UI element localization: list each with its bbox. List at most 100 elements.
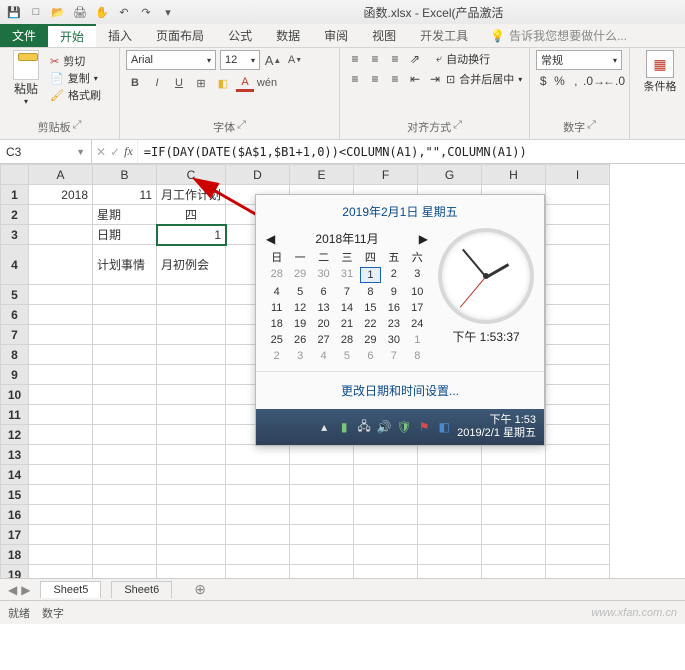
cell-E16[interactable]: [290, 505, 354, 525]
cell-I16[interactable]: [546, 505, 610, 525]
cell-F17[interactable]: [354, 525, 418, 545]
cell-I6[interactable]: [546, 305, 610, 325]
cell-A8[interactable]: [29, 345, 93, 365]
cell-G14[interactable]: [418, 465, 482, 485]
calendar-day[interactable]: 8: [360, 285, 381, 299]
cell-I14[interactable]: [546, 465, 610, 485]
col-header[interactable]: E: [290, 165, 354, 185]
cell-A2[interactable]: [29, 205, 93, 225]
touch-icon[interactable]: ✋: [92, 2, 112, 22]
cell-B10[interactable]: [93, 385, 157, 405]
calendar-day[interactable]: 13: [313, 301, 334, 315]
cell-C7[interactable]: [157, 325, 226, 345]
cell-F13[interactable]: [354, 445, 418, 465]
redo-icon[interactable]: ↷: [136, 2, 156, 22]
cell-E15[interactable]: [290, 485, 354, 505]
calendar-day[interactable]: 28: [266, 267, 287, 283]
align-left-button[interactable]: ≡: [346, 70, 364, 88]
cell-A18[interactable]: [29, 545, 93, 565]
tab-layout[interactable]: 页面布局: [144, 24, 216, 47]
cell-I8[interactable]: [546, 345, 610, 365]
cancel-formula-icon[interactable]: ✕: [96, 145, 106, 159]
cell-A4[interactable]: [29, 245, 93, 285]
calendar-day[interactable]: 1: [360, 267, 381, 283]
calendar-day[interactable]: 24: [407, 317, 428, 331]
row-header[interactable]: 8: [1, 345, 29, 365]
select-all-corner[interactable]: [1, 165, 29, 185]
cell-B16[interactable]: [93, 505, 157, 525]
cell-C2[interactable]: 四: [157, 205, 226, 225]
format-painter-button[interactable]: 🖌格式刷: [50, 87, 101, 103]
row-header[interactable]: 2: [1, 205, 29, 225]
cell-H14[interactable]: [482, 465, 546, 485]
cell-I9[interactable]: [546, 365, 610, 385]
col-header[interactable]: F: [354, 165, 418, 185]
decrease-decimal-button[interactable]: ←.0: [605, 72, 623, 90]
calendar-day[interactable]: 3: [407, 267, 428, 283]
cell-G16[interactable]: [418, 505, 482, 525]
cell-A11[interactable]: [29, 405, 93, 425]
cell-H16[interactable]: [482, 505, 546, 525]
cell-H13[interactable]: [482, 445, 546, 465]
dialog-launcher-icon[interactable]: ⤢: [237, 119, 246, 135]
cell-B4[interactable]: 计划事情: [93, 245, 157, 285]
font-color-button[interactable]: A: [236, 74, 254, 92]
cell-B12[interactable]: [93, 425, 157, 445]
calendar-day[interactable]: 5: [336, 349, 357, 363]
align-center-button[interactable]: ≡: [366, 70, 384, 88]
cell-B2[interactable]: 星期: [93, 205, 157, 225]
cell-C5[interactable]: [157, 285, 226, 305]
sheet-tab-active[interactable]: Sheet5: [40, 581, 101, 598]
italic-button[interactable]: I: [148, 74, 166, 92]
comma-button[interactable]: ,: [569, 72, 583, 90]
cell-B15[interactable]: [93, 485, 157, 505]
add-sheet-button[interactable]: ⊕: [182, 579, 218, 600]
increase-decimal-button[interactable]: .0→: [585, 72, 603, 90]
phonetic-button[interactable]: wén: [258, 74, 276, 92]
calendar-day[interactable]: 2: [266, 349, 287, 363]
cell-D16[interactable]: [226, 505, 290, 525]
cell-I11[interactable]: [546, 405, 610, 425]
tab-review[interactable]: 审阅: [312, 24, 360, 47]
calendar-day[interactable]: 9: [383, 285, 404, 299]
calendar-day[interactable]: 1: [407, 333, 428, 347]
increase-font-button[interactable]: A▲: [264, 51, 282, 69]
cell-I3[interactable]: [546, 225, 610, 245]
row-header[interactable]: 4: [1, 245, 29, 285]
calendar-day[interactable]: 3: [289, 349, 310, 363]
calendar-day[interactable]: 6: [360, 349, 381, 363]
calendar-day[interactable]: 20: [313, 317, 334, 331]
change-datetime-link[interactable]: 更改日期和时间设置...: [256, 371, 544, 409]
calendar-day[interactable]: 28: [336, 333, 357, 347]
cell-D15[interactable]: [226, 485, 290, 505]
qat-dropdown-icon[interactable]: ▾: [158, 2, 178, 22]
cell-B17[interactable]: [93, 525, 157, 545]
cell-A5[interactable]: [29, 285, 93, 305]
tray-network-icon[interactable]: 🖧: [357, 420, 371, 434]
orientation-button[interactable]: ⇗: [406, 50, 424, 68]
sheet-nav-next-icon[interactable]: ▶: [21, 583, 30, 597]
cell-I17[interactable]: [546, 525, 610, 545]
col-header[interactable]: C: [157, 165, 226, 185]
fx-icon[interactable]: fx: [124, 144, 133, 159]
row-header[interactable]: 11: [1, 405, 29, 425]
col-header[interactable]: I: [546, 165, 610, 185]
calendar-day[interactable]: 11: [266, 301, 287, 315]
cell-A12[interactable]: [29, 425, 93, 445]
calendar-day[interactable]: 27: [313, 333, 334, 347]
cell-C10[interactable]: [157, 385, 226, 405]
tray-flag-icon[interactable]: ⚑: [417, 420, 431, 434]
col-header[interactable]: D: [226, 165, 290, 185]
dialog-launcher-icon[interactable]: ⤢: [73, 119, 82, 135]
row-header[interactable]: 12: [1, 425, 29, 445]
align-bottom-button[interactable]: ≡: [386, 50, 404, 68]
cell-C13[interactable]: [157, 445, 226, 465]
tray-app-icon[interactable]: ◧: [437, 420, 451, 434]
calendar-day[interactable]: 31: [336, 267, 357, 283]
border-button[interactable]: ⊞: [192, 74, 210, 92]
cell-A17[interactable]: [29, 525, 93, 545]
cell-C16[interactable]: [157, 505, 226, 525]
cell-E17[interactable]: [290, 525, 354, 545]
tab-formulas[interactable]: 公式: [216, 24, 264, 47]
cell-I15[interactable]: [546, 485, 610, 505]
